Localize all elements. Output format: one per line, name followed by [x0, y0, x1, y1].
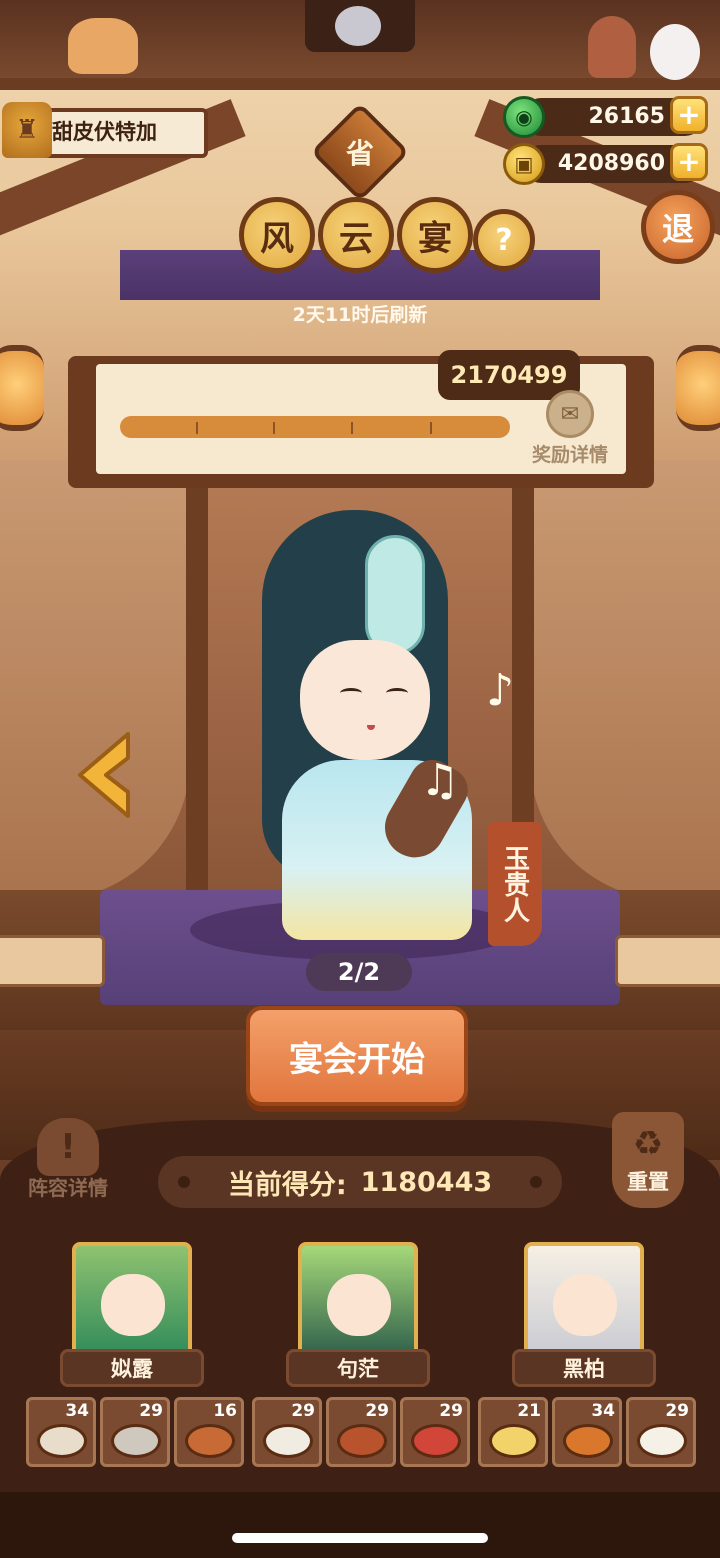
- curtain-left: [0, 460, 190, 900]
- exit-button[interactable]: 退: [641, 190, 715, 264]
- hero-portrait: [327, 1274, 391, 1336]
- dish-icon: [337, 1424, 387, 1458]
- add-coin-button[interactable]: +: [670, 143, 708, 181]
- event-title-char-1: 风: [239, 197, 315, 273]
- dish-icon: [563, 1424, 613, 1458]
- reset-label: 重置: [627, 1170, 669, 1194]
- shelf-cat-decoration: [68, 18, 138, 74]
- dish-count: 34: [591, 1401, 615, 1421]
- dish-slot[interactable]: 21: [478, 1397, 548, 1467]
- dish-count: 29: [665, 1401, 689, 1421]
- bench-right: [615, 935, 720, 987]
- add-jade-button[interactable]: +: [670, 96, 708, 134]
- character-hair-ornament: [365, 535, 425, 655]
- character-face[interactable]: [300, 640, 430, 760]
- dish-count: 29: [365, 1401, 389, 1421]
- dish-slot[interactable]: 29: [626, 1397, 696, 1467]
- dish-icon: [411, 1424, 461, 1458]
- chevron-left-icon: [78, 732, 130, 818]
- character-name-tag: 玉贵人: [488, 822, 542, 946]
- top-shelf: [0, 78, 720, 90]
- recycle-icon: ♻: [632, 1124, 664, 1164]
- score-label: 当前得分:: [227, 1169, 347, 1201]
- shelf-figure-decoration: [588, 16, 636, 78]
- music-note-icon: ♪: [486, 665, 515, 716]
- player-name: 甜皮伏特加: [52, 120, 157, 144]
- event-title-char-2: 云: [318, 197, 394, 273]
- reward-details-label: 奖励详情: [531, 444, 608, 466]
- dish-slot[interactable]: 29: [326, 1397, 396, 1467]
- jade-value: 26165: [588, 104, 665, 129]
- music-note-icon: ♫: [420, 755, 460, 806]
- dish-icon: [637, 1424, 687, 1458]
- reset-button[interactable]: ♻ 重置: [612, 1112, 684, 1208]
- dish-slot[interactable]: 34: [552, 1397, 622, 1467]
- score-value: 1180443: [360, 1166, 493, 1198]
- dish-icon: [111, 1424, 161, 1458]
- hero-portrait: [101, 1274, 165, 1336]
- bottom-band: [0, 1492, 720, 1558]
- dish-count: 21: [517, 1401, 541, 1421]
- dish-slot[interactable]: 29: [400, 1397, 470, 1467]
- event-title-char-3: 宴: [397, 197, 473, 273]
- dish-count: 16: [213, 1401, 237, 1421]
- province-label[interactable]: 省: [325, 117, 395, 187]
- character-eye-left: [340, 688, 362, 698]
- hero-card[interactable]: [524, 1242, 644, 1362]
- hero-name: 句茫: [286, 1349, 430, 1387]
- score-dot-right: [530, 1176, 542, 1188]
- current-score: 当前得分: 1180443: [158, 1156, 562, 1208]
- character-page-indicator: 2/2: [306, 953, 412, 991]
- exclamation-icon: !: [37, 1118, 99, 1176]
- lantern-right: [676, 345, 720, 431]
- reward-details-button[interactable]: ✉ 奖励详情: [525, 390, 615, 470]
- hero-portrait: [553, 1274, 617, 1336]
- dish-icon: [37, 1424, 87, 1458]
- dish-slot[interactable]: 29: [100, 1397, 170, 1467]
- dish-count: 29: [291, 1401, 315, 1421]
- progress-bar: [120, 416, 510, 438]
- dish-count: 29: [439, 1401, 463, 1421]
- hero-name: 黑柏: [512, 1349, 656, 1387]
- bench-left: [0, 935, 105, 987]
- start-banquet-button[interactable]: 宴会开始: [246, 1006, 468, 1106]
- gift-icon: ✉: [546, 390, 594, 438]
- lantern-left: [0, 345, 44, 431]
- previous-character-button[interactable]: [72, 730, 134, 820]
- dish-slot[interactable]: 29: [252, 1397, 322, 1467]
- jade-icon: ◉: [503, 96, 545, 138]
- dish-count: 29: [139, 1401, 163, 1421]
- dish-icon: [489, 1424, 539, 1458]
- curtain-right: [530, 460, 720, 900]
- lineup-details-button[interactable]: ! 阵容详情: [18, 1118, 118, 1202]
- dish-icon: [263, 1424, 313, 1458]
- pillar-left: [186, 480, 208, 900]
- player-avatar-icon[interactable]: ♜: [2, 102, 52, 158]
- progress-tick: [430, 422, 432, 434]
- home-indicator[interactable]: [232, 1533, 488, 1543]
- dish-icon: [185, 1424, 235, 1458]
- dish-slot[interactable]: 34: [26, 1397, 96, 1467]
- hero-card[interactable]: [298, 1242, 418, 1362]
- progress-tick: [273, 422, 275, 434]
- hero-name: 姒露: [60, 1349, 204, 1387]
- coin-value: 4208960: [557, 151, 665, 176]
- dish-slot[interactable]: 16: [174, 1397, 244, 1467]
- character-eye-right: [386, 688, 408, 698]
- help-button[interactable]: ?: [473, 209, 535, 271]
- portrait-raccoon-decoration: [335, 6, 381, 46]
- hero-card[interactable]: [72, 1242, 192, 1362]
- coin-icon: ▣: [503, 143, 545, 185]
- score-dot-left: [178, 1176, 190, 1188]
- lineup-details-label: 阵容详情: [28, 1176, 108, 1200]
- shelf-white-cat-decoration: [650, 24, 700, 80]
- refresh-countdown: 2天11时后刷新: [292, 304, 428, 326]
- progress-tick: [196, 422, 198, 434]
- progress-tick: [351, 422, 353, 434]
- dish-count: 34: [65, 1401, 89, 1421]
